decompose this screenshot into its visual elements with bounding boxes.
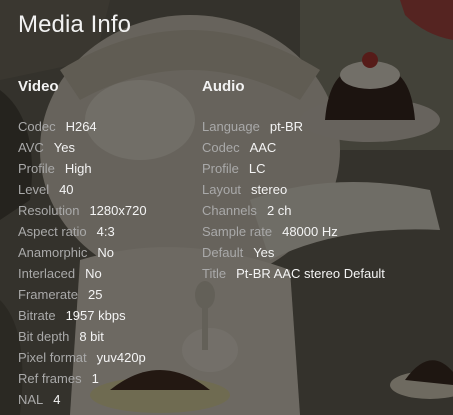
video-row-level: Level 40 <box>18 179 147 200</box>
video-info-list: Codec H264 AVC Yes Profile High Level 40 Res… <box>18 116 147 410</box>
info-value: yuv420p <box>96 350 146 365</box>
info-key: Framerate <box>18 287 78 302</box>
video-row-profile: Profile High <box>18 158 147 179</box>
video-section-heading: Video <box>18 78 59 95</box>
info-value: 4 <box>53 392 61 407</box>
info-key: Layout <box>202 182 242 197</box>
video-row-ref-frames: Ref frames 1 <box>18 368 147 389</box>
info-value: 40 <box>59 182 74 197</box>
info-value: 25 <box>87 287 103 302</box>
info-key: Profile <box>202 161 239 176</box>
info-value: Yes <box>53 140 75 155</box>
info-value: High <box>64 161 92 176</box>
info-key: NAL <box>18 392 44 407</box>
video-row-nal: NAL 4 <box>18 389 147 410</box>
info-key: Interlaced <box>18 266 76 281</box>
info-value: 1 <box>91 371 99 386</box>
page-title: Media Info <box>18 11 132 38</box>
info-value: No <box>85 266 102 281</box>
info-value: No <box>97 245 114 260</box>
info-key: Language <box>202 119 260 134</box>
audio-row-default: Default Yes <box>202 242 385 263</box>
info-key: Codec <box>18 119 56 134</box>
video-row-interlaced: Interlaced No <box>18 263 147 284</box>
video-row-avc: AVC Yes <box>18 137 147 158</box>
info-key: Codec <box>202 140 240 155</box>
audio-row-language: Language pt-BR <box>202 116 385 137</box>
info-key: AVC <box>18 140 44 155</box>
info-key: Ref frames <box>18 371 82 386</box>
audio-row-title: Title Pt-BR AAC stereo Default <box>202 263 385 284</box>
info-key: Sample rate <box>202 224 273 239</box>
audio-row-codec: Codec AAC <box>202 137 385 158</box>
video-row-bit-depth: Bit depth 8 bit <box>18 326 147 347</box>
info-key: Channels <box>202 203 257 218</box>
info-key: Resolution <box>18 203 80 218</box>
info-value: 2 ch <box>266 203 292 218</box>
info-key: Default <box>202 245 244 260</box>
info-value: AAC <box>249 140 277 155</box>
info-key: Bitrate <box>18 308 56 323</box>
info-key: Level <box>18 182 50 197</box>
video-row-framerate: Framerate 25 <box>18 284 147 305</box>
info-key: Anamorphic <box>18 245 88 260</box>
video-row-resolution: Resolution 1280x720 <box>18 200 147 221</box>
video-row-bitrate: Bitrate 1957 kbps <box>18 305 147 326</box>
video-row-anamorphic: Anamorphic No <box>18 242 147 263</box>
info-key: Title <box>202 266 227 281</box>
audio-section-heading: Audio <box>202 78 245 95</box>
info-key: Profile <box>18 161 55 176</box>
video-row-pixel-format: Pixel format yuv420p <box>18 347 147 368</box>
info-key: Pixel format <box>18 350 87 365</box>
info-value: pt-BR <box>269 119 304 134</box>
info-key: Bit depth <box>18 329 70 344</box>
info-value: 8 bit <box>79 329 104 344</box>
audio-row-sample-rate: Sample rate 48000 Hz <box>202 221 385 242</box>
audio-row-channels: Channels 2 ch <box>202 200 385 221</box>
info-value: 4:3 <box>96 224 115 239</box>
info-key: Aspect ratio <box>18 224 87 239</box>
video-row-codec: Codec H264 <box>18 116 147 137</box>
audio-row-profile: Profile LC <box>202 158 385 179</box>
info-value: H264 <box>65 119 97 134</box>
info-value: 1280x720 <box>89 203 147 218</box>
info-value: LC <box>248 161 266 176</box>
audio-info-list: Language pt-BR Codec AAC Profile LC Layout s… <box>202 116 385 284</box>
audio-row-layout: Layout stereo <box>202 179 385 200</box>
info-value: Yes <box>253 245 275 260</box>
info-value: 48000 Hz <box>282 224 338 239</box>
info-value: 1957 kbps <box>65 308 126 323</box>
media-info-panel: Media Info Video Codec H264 AVC Yes Profil… <box>0 0 453 415</box>
info-value: stereo <box>251 182 288 197</box>
info-value: Pt-BR AAC stereo Default <box>236 266 385 281</box>
video-row-aspect-ratio: Aspect ratio 4:3 <box>18 221 147 242</box>
